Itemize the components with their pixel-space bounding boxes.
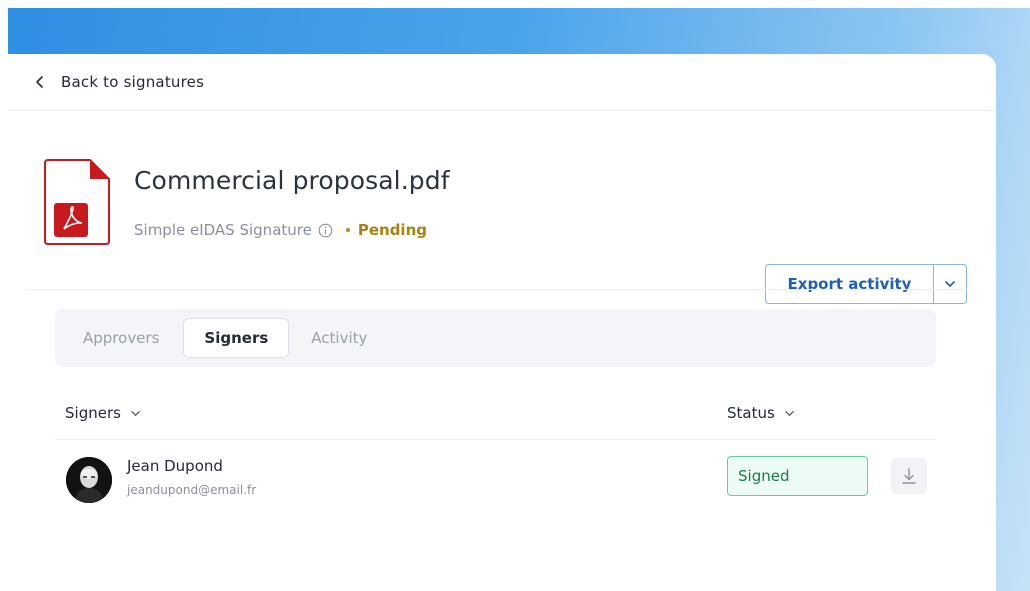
signers-column-label: Signers	[65, 404, 121, 422]
info-icon[interactable]	[318, 223, 333, 238]
tab-approvers[interactable]: Approvers	[63, 318, 179, 358]
back-link-label: Back to signatures	[61, 73, 205, 91]
document-panel: Back to signatures Commercial proposal.p…	[8, 54, 996, 591]
avatar	[66, 457, 112, 503]
document-title: Commercial proposal.pdf	[134, 166, 450, 195]
document-meta: Simple eIDAS Signature Pending	[134, 221, 427, 239]
status-dot	[345, 228, 350, 232]
back-to-signatures-link[interactable]: Back to signatures	[33, 73, 204, 91]
status-badge: Pending	[357, 221, 427, 239]
status-column-label: Status	[727, 404, 775, 422]
signer-name: Jean Dupond	[127, 457, 223, 475]
tab-signers[interactable]: Signers	[183, 318, 290, 358]
document-header: Commercial proposal.pdf Simple eIDAS Sig…	[8, 111, 996, 304]
header-divider	[25, 289, 967, 290]
chevron-down-icon	[785, 410, 794, 416]
chevron-down-icon	[131, 410, 140, 416]
status-badge: Signed	[727, 456, 868, 496]
status-column-header[interactable]: Status	[727, 404, 795, 422]
signature-type: Simple eIDAS Signature	[134, 221, 312, 239]
pdf-file-icon	[44, 159, 110, 245]
download-icon	[902, 468, 916, 484]
tab-bar: Approvers Signers Activity	[55, 309, 936, 367]
signer-email: jeandupond@email.fr	[127, 483, 257, 497]
table-row: Jean Dupond jeandupond@email.fr Signed	[55, 440, 936, 510]
chevron-left-icon	[36, 76, 43, 88]
top-bar: Back to signatures	[8, 54, 996, 111]
export-activity-button[interactable]: Export activity	[766, 265, 934, 303]
export-activity-group: Export activity	[765, 264, 967, 304]
signers-column-header[interactable]: Signers	[65, 404, 141, 422]
download-button[interactable]	[891, 458, 927, 494]
tab-activity[interactable]: Activity	[291, 318, 387, 358]
export-options-dropdown[interactable]	[934, 265, 966, 303]
